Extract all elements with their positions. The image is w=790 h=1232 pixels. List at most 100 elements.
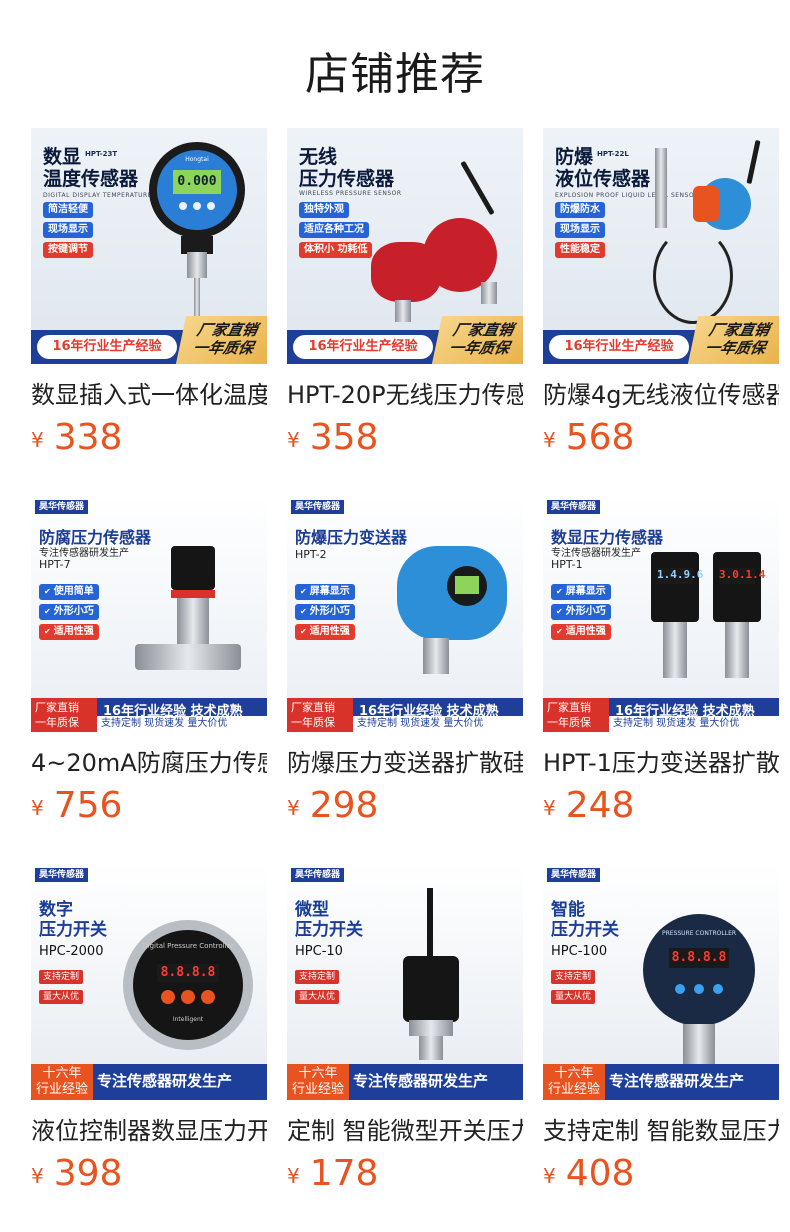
page-title: 店铺推荐 — [305, 49, 485, 100]
product-price: ¥248 — [543, 785, 635, 826]
product-name[interactable]: 数显插入式一体化温度传感器 — [31, 378, 267, 414]
product-image[interactable]: 数显 温度传感器 HPT-23T DIGITAL DISPLAY TEMPERAT… — [31, 128, 267, 364]
product-card[interactable]: 昊华传感器 智能 压力开关 HPC-100 支持定制 量大从优 PRESSURE … — [543, 864, 779, 1194]
feature-tag: 适用性强 — [295, 624, 355, 640]
feature-tag: 现场显示 — [555, 222, 605, 238]
connector — [171, 546, 215, 590]
feature-tag: 防爆防水 — [555, 202, 605, 218]
product-card[interactable]: 昊华传感器 防爆压力变送器 HPT-2 屏幕显示 外形小巧 适用性强 厂家直销一… — [287, 496, 523, 826]
hex-nut — [409, 1020, 453, 1036]
thumb-headline: 数字 压力开关 — [39, 900, 107, 940]
thumb-subtitle: EXPLOSION PROOF LIQUID LEVEL SENSOR — [555, 192, 699, 199]
product-name[interactable]: HPT-1压力变送器扩散硅 — [543, 746, 779, 782]
feature-tag: 支持定制 — [551, 970, 596, 984]
product-card[interactable]: 昊华传感器 数字 压力开关 HPC-2000 支持定制 量大从优 Digital … — [31, 864, 267, 1194]
thumb-model: HPT-1 — [551, 558, 583, 571]
product-image[interactable]: 昊华传感器 微型 压力开关 HPC-10 支持定制 量大从优 十六年 行业经验 专注… — [287, 864, 523, 1100]
product-card[interactable]: 昊华传感器 数显压力传感器 专注传感器研发生产 HPT-1 屏幕显示 外形小巧 … — [543, 496, 779, 826]
gauge-device: Digital Pressure Controller 8.8.8.8 Inte… — [123, 920, 253, 1050]
product-image[interactable]: 昊华传感器 数显压力传感器 专注传感器研发生产 HPT-1 屏幕显示 外形小巧 … — [543, 496, 779, 732]
product-card[interactable]: 数显 温度传感器 HPT-23T DIGITAL DISPLAY TEMPERAT… — [31, 128, 267, 458]
thumb-model: HPC-2000 — [39, 944, 104, 959]
promo-badge: 厂家直销 一年质保 — [31, 316, 267, 364]
promo-badge: 厂家直销 一年质保 — [543, 316, 779, 364]
product-card[interactable]: 防爆 液位传感器 HPT-22L EXPLOSION PROOF LIQUID L… — [543, 128, 779, 458]
thumb-line: 专注传感器研发生产 — [551, 548, 641, 559]
display-unit — [713, 552, 761, 622]
product-name[interactable]: 支持定制 智能数显压力开关 — [543, 1114, 779, 1150]
lcd-screen: 0.000 — [173, 170, 221, 194]
product-price: ¥756 — [31, 785, 123, 826]
product-name[interactable]: 液位控制器数显压力开关 — [31, 1114, 267, 1150]
thread — [395, 300, 411, 322]
brand-logo: 昊华传感器 — [291, 500, 345, 514]
product-name[interactable]: 防爆压力变送器扩散硅 — [287, 746, 523, 782]
promo-banner: 十六年 行业经验 专注传感器研发生产 — [287, 1064, 523, 1100]
antenna — [460, 160, 495, 216]
product-image[interactable]: 无线 压力传感器 WIRELESS PRESSURE SENSOR 独特外观 适应… — [287, 128, 523, 364]
cable — [653, 228, 733, 324]
product-price: ¥298 — [287, 785, 379, 826]
product-image[interactable]: 防爆 液位传感器 HPT-22L EXPLOSION PROOF LIQUID L… — [543, 128, 779, 364]
thumb-model: HPT-2 — [295, 548, 327, 561]
feature-tag: 适用性强 — [39, 624, 99, 640]
feature-tag: 按键调节 — [43, 242, 93, 258]
product-image[interactable]: 昊华传感器 智能 压力开关 HPC-100 支持定制 量大从优 PRESSURE … — [543, 864, 779, 1100]
feature-tag: 量大从优 — [551, 990, 596, 1004]
thumb-model: HPC-10 — [295, 944, 343, 959]
antenna — [746, 139, 761, 185]
thread — [187, 252, 207, 278]
red-housing — [371, 242, 441, 302]
feature-tag: 使用简单 — [39, 584, 99, 600]
brand-logo: 昊华传感器 — [547, 500, 601, 514]
brand-logo: 昊华传感器 — [547, 868, 601, 882]
feature-tag: 屏幕显示 — [295, 584, 355, 600]
sensor-housing — [403, 956, 459, 1022]
product-name[interactable]: 定制 智能微型开关压力 — [287, 1114, 523, 1150]
product-image[interactable]: 昊华传感器 防腐压力传感器 专注传感器研发生产 HPT-7 使用简单 外形小巧 … — [31, 496, 267, 732]
feature-tag: 体积小 功耗低 — [299, 242, 373, 258]
thread — [683, 1024, 715, 1064]
product-price: ¥358 — [287, 417, 379, 458]
feature-tag: 适用性强 — [551, 624, 611, 640]
sensor-body — [663, 622, 687, 678]
thumb-model: HPT-23T — [85, 150, 118, 158]
promo-badge: 厂家直销 一年质保 — [287, 316, 523, 364]
product-name[interactable]: 防爆4g无线液位传感器 — [543, 378, 779, 414]
feature-tag: 量大从优 — [39, 990, 84, 1004]
thread — [419, 1036, 443, 1060]
brand-logo: 昊华传感器 — [35, 500, 89, 514]
thread — [481, 282, 497, 304]
thread — [423, 638, 449, 674]
thumb-headline: 无线 压力传感器 — [299, 146, 395, 190]
product-name[interactable]: 4~20mA防腐压力传感器 — [31, 746, 267, 782]
feature-tag: 外形小巧 — [39, 604, 99, 620]
thumb-model: HPT-22L — [597, 150, 629, 158]
gauge-device: PRESSURE CONTROLLER 8.8.8.8 — [643, 914, 755, 1026]
product-card[interactable]: 昊华传感器 防腐压力传感器 专注传感器研发生产 HPT-7 使用简单 外形小巧 … — [31, 496, 267, 826]
gauge-device: Hongtai 0.000 — [149, 142, 245, 238]
promo-banner: 厂家直销 一年质保 16年行业经验 技术成熟 支持定制 现货速发 量大价优 — [31, 698, 267, 732]
feature-tag: 外形小巧 — [295, 604, 355, 620]
feature-tag: 适应各种工况 — [299, 222, 369, 238]
thumb-model: HPT-7 — [39, 558, 71, 571]
product-card[interactable]: 昊华传感器 微型 压力开关 HPC-10 支持定制 量大从优 十六年 行业经验 专注… — [287, 864, 523, 1194]
feature-tag: 性能稳定 — [555, 242, 605, 258]
product-price: ¥408 — [543, 1153, 635, 1194]
product-card[interactable]: 无线 压力传感器 WIRELESS PRESSURE SENSOR 独特外观 适应… — [287, 128, 523, 458]
product-image[interactable]: 昊华传感器 数字 压力开关 HPC-2000 支持定制 量大从优 Digital … — [31, 864, 267, 1100]
led-display: 1.4.9.6 — [657, 568, 703, 584]
feature-tag: 屏幕显示 — [551, 584, 611, 600]
product-name[interactable]: HPT-20P无线压力传感器 — [287, 378, 523, 414]
product-price: ¥398 — [31, 1153, 123, 1194]
product-image[interactable]: 昊华传感器 防爆压力变送器 HPT-2 屏幕显示 外形小巧 适用性强 厂家直销一… — [287, 496, 523, 732]
product-price: ¥568 — [543, 417, 635, 458]
promo-banner: 十六年 行业经验 专注传感器研发生产 — [31, 1064, 267, 1100]
thumb-subtitle: WIRELESS PRESSURE SENSOR — [299, 190, 402, 197]
thumb-headline: 微型 压力开关 — [295, 900, 363, 940]
feature-tag: 独特外观 — [299, 202, 349, 218]
product-price: ¥338 — [31, 417, 123, 458]
promo-banner: 厂家直销 一年质保 16年行业经验 技术成熟 支持定制 现货速发 量大价优 — [287, 698, 523, 732]
product-price: ¥178 — [287, 1153, 379, 1194]
feature-tag: 量大从优 — [295, 990, 340, 1004]
